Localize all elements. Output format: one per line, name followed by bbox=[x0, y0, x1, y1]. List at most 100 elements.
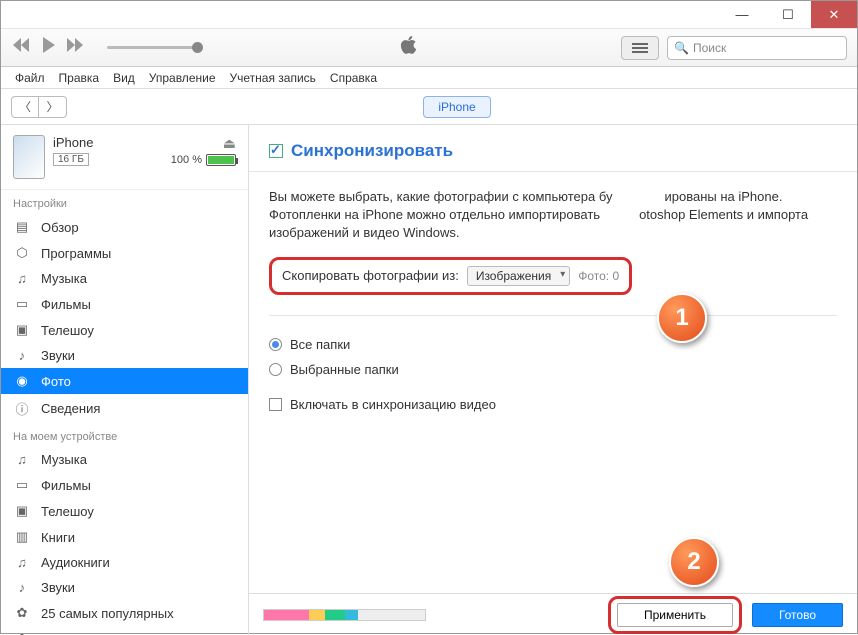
device-thumbnail bbox=[13, 135, 45, 179]
window-close[interactable]: ✕ bbox=[811, 1, 857, 28]
music-icon: ♫ bbox=[13, 452, 31, 467]
player-toolbar: 🔍 Поиск bbox=[1, 29, 857, 67]
device-header[interactable]: iPhone 16 ГБ ⏏ 100 % bbox=[1, 125, 248, 190]
sidebar-item-apps[interactable]: ⬡ Программы bbox=[1, 240, 248, 266]
checkbox-icon bbox=[269, 398, 282, 411]
sidebar-item-label: Фото bbox=[41, 374, 71, 389]
sidebar-item-top25[interactable]: ✿ 25 самых популярных bbox=[1, 600, 248, 626]
prev-track-icon[interactable] bbox=[11, 38, 31, 57]
window-maximize[interactable]: ☐ bbox=[765, 1, 811, 28]
movies-icon: ▭ bbox=[13, 477, 31, 493]
sidebar-item-label: Фильмы bbox=[41, 478, 91, 493]
menubar: Файл Правка Вид Управление Учетная запис… bbox=[1, 67, 857, 89]
copy-label: Скопировать фотографии из: bbox=[282, 268, 459, 283]
list-view-button[interactable] bbox=[621, 36, 659, 60]
copy-from-row: Скопировать фотографии из: Изображения Ф… bbox=[269, 257, 632, 295]
info-icon: ⓘ bbox=[13, 399, 31, 418]
volume-slider[interactable] bbox=[107, 46, 197, 49]
sidebar-item-tones[interactable]: ♪ Звуки bbox=[1, 343, 248, 368]
panel-header: Синхронизировать bbox=[249, 125, 857, 172]
sidebar-item-info[interactable]: ⓘ Сведения bbox=[1, 394, 248, 423]
search-placeholder: Поиск bbox=[693, 41, 726, 55]
sidebar-section-ondevice: На моем устройстве bbox=[1, 423, 248, 447]
apps-icon: ⬡ bbox=[13, 245, 31, 261]
checkbox-label: Включать в синхронизацию видео bbox=[290, 397, 496, 412]
radio-label: Все папки bbox=[290, 337, 350, 352]
menu-account[interactable]: Учетная запись bbox=[230, 71, 316, 85]
play-icon[interactable] bbox=[41, 37, 57, 58]
sidebar-item-device-books[interactable]: ▥ Книги bbox=[1, 524, 248, 550]
callout-1: 1 bbox=[657, 293, 707, 343]
menu-edit[interactable]: Правка bbox=[59, 71, 100, 85]
battery-icon bbox=[206, 154, 236, 166]
window-minimize[interactable]: — bbox=[719, 1, 765, 28]
eject-icon[interactable]: ⏏ bbox=[223, 135, 236, 152]
sidebar-item-label: Классическая музыка bbox=[41, 632, 172, 635]
sidebar-item-label: Телешоу bbox=[41, 323, 94, 338]
menu-view[interactable]: Вид bbox=[113, 71, 135, 85]
next-track-icon[interactable] bbox=[67, 38, 87, 57]
gear-playlist-icon: ✿ bbox=[13, 605, 31, 621]
nav-forward[interactable]: 〉 bbox=[39, 96, 67, 118]
sidebar-item-label: Музыка bbox=[41, 271, 87, 286]
sidebar-item-label: Телешоу bbox=[41, 504, 94, 519]
gear-playlist-icon: ✿ bbox=[13, 631, 31, 635]
storage-usage-bar bbox=[263, 609, 426, 621]
sidebar-item-movies[interactable]: ▭ Фильмы bbox=[1, 291, 248, 317]
sidebar-item-label: Обзор bbox=[41, 220, 79, 235]
apply-button[interactable]: Применить bbox=[617, 603, 733, 627]
books-icon: ▥ bbox=[13, 529, 31, 545]
sidebar-item-summary[interactable]: ▤Обзор bbox=[1, 214, 248, 240]
menu-help[interactable]: Справка bbox=[330, 71, 377, 85]
sidebar-item-label: Программы bbox=[41, 246, 111, 261]
callout-2: 2 bbox=[669, 537, 719, 587]
panel-title: Синхронизировать bbox=[291, 141, 453, 161]
content-panel: Синхронизировать Вы можете выбрать, каки… bbox=[249, 125, 857, 635]
tv-icon: ▣ bbox=[13, 503, 31, 519]
sidebar-item-photos[interactable]: ◉ Фото bbox=[1, 368, 248, 394]
copy-source-select[interactable]: Изображения bbox=[467, 266, 570, 286]
sidebar-item-device-audiobooks[interactable]: ♫Аудиокниги bbox=[1, 550, 248, 575]
device-tab[interactable]: iPhone bbox=[423, 96, 490, 118]
search-input[interactable]: 🔍 Поиск bbox=[667, 36, 847, 60]
radio-label: Выбранные папки bbox=[290, 362, 399, 377]
tv-icon: ▣ bbox=[13, 322, 31, 338]
opt-all-folders[interactable]: Все папки bbox=[269, 332, 837, 357]
device-name: iPhone bbox=[53, 135, 93, 150]
sidebar-item-label: Звуки bbox=[41, 580, 75, 595]
photo-count: Фото: 0 bbox=[578, 269, 619, 283]
sidebar-item-device-tvshows[interactable]: ▣ Телешоу bbox=[1, 498, 248, 524]
panel-description: Вы можете выбрать, какие фотографии с ко… bbox=[269, 188, 837, 243]
nav-row: 〈 〉 iPhone bbox=[1, 89, 857, 125]
camera-icon: ◉ bbox=[13, 373, 31, 389]
menu-controls[interactable]: Управление bbox=[149, 71, 216, 85]
sidebar-item-device-music[interactable]: ♫Музыка bbox=[1, 447, 248, 472]
sidebar-item-label: 25 самых популярных bbox=[41, 606, 174, 621]
sidebar-item-label: Книги bbox=[41, 530, 75, 545]
opt-include-video[interactable]: Включать в синхронизацию видео bbox=[269, 392, 837, 417]
sync-checkbox[interactable] bbox=[269, 144, 283, 158]
sidebar-item-music[interactable]: ♫ Музыка bbox=[1, 266, 248, 291]
titlebar: — ☐ ✕ bbox=[1, 1, 857, 29]
opt-selected-folders[interactable]: Выбранные папки bbox=[269, 357, 837, 382]
sidebar-item-label: Сведения bbox=[41, 401, 100, 416]
nav-back[interactable]: 〈 bbox=[11, 96, 39, 118]
done-button[interactable]: Готово bbox=[752, 603, 843, 627]
sidebar-item-label: Фильмы bbox=[41, 297, 91, 312]
menu-file[interactable]: Файл bbox=[15, 71, 45, 85]
sidebar-item-label: Звуки bbox=[41, 348, 75, 363]
sidebar-item-device-movies[interactable]: ▭ Фильмы bbox=[1, 472, 248, 498]
music-icon: ♫ bbox=[13, 271, 31, 286]
sidebar-item-label: Аудиокниги bbox=[41, 555, 110, 570]
bell-icon: ♪ bbox=[13, 348, 31, 363]
radio-icon bbox=[269, 363, 282, 376]
sidebar: iPhone 16 ГБ ⏏ 100 % Настройки ▤Обзор ⬡ П… bbox=[1, 125, 249, 635]
device-capacity: 16 ГБ bbox=[53, 153, 89, 166]
search-icon: 🔍 bbox=[674, 41, 689, 55]
movies-icon: ▭ bbox=[13, 296, 31, 312]
sidebar-item-device-tones[interactable]: ♪Звуки bbox=[1, 575, 248, 600]
sidebar-item-tvshows[interactable]: ▣ Телешоу bbox=[1, 317, 248, 343]
apply-highlight: Применить bbox=[608, 596, 742, 634]
apple-logo-icon bbox=[400, 35, 418, 60]
sidebar-section-settings: Настройки bbox=[1, 190, 248, 214]
